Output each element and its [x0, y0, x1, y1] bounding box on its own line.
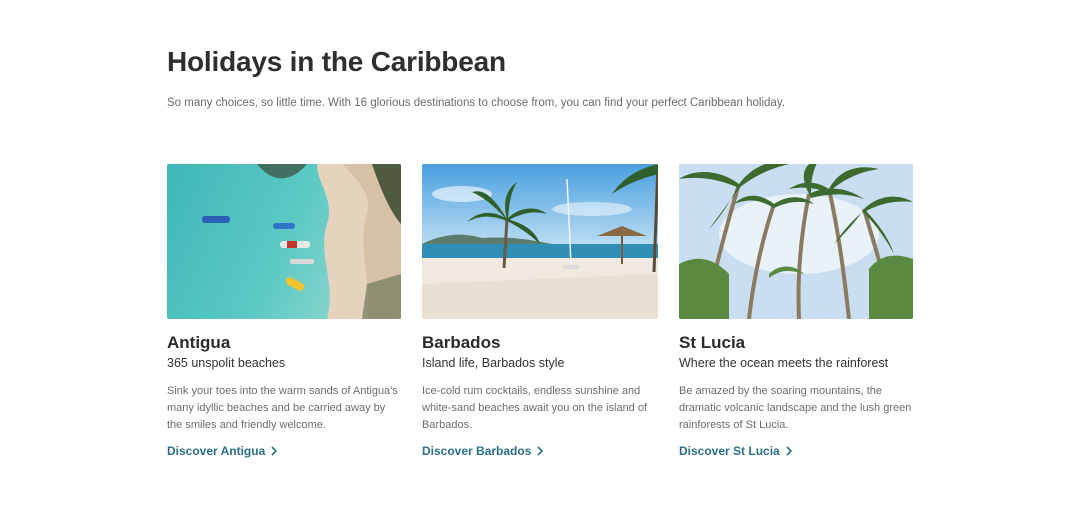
page-title: Holidays in the Caribbean	[167, 46, 506, 77]
destination-name: Antigua	[167, 333, 231, 352]
destination-description: Ice-cold rum cocktails, endless sunshine…	[422, 385, 648, 431]
destination-card-st-lucia: St Lucia Where the ocean meets the rainf…	[679, 164, 913, 460]
chevron-right-icon	[537, 446, 544, 456]
discover-barbados-link[interactable]: Discover Barbados	[422, 444, 544, 458]
discover-antigua-link[interactable]: Discover Antigua	[167, 444, 278, 458]
destination-tagline: Island life, Barbados style	[422, 356, 565, 370]
st-lucia-image[interactable]	[679, 164, 913, 319]
destination-tagline: 365 unspolit beaches	[167, 356, 286, 370]
destination-tagline: Where the ocean meets the rainforest	[679, 356, 889, 370]
chevron-right-icon	[786, 446, 792, 456]
link-label: Discover St Lucia	[679, 444, 780, 458]
destination-name: Barbados	[422, 333, 501, 352]
barbados-image[interactable]	[422, 164, 658, 319]
page-subtitle: So many choices, so little time. With 16…	[167, 97, 785, 109]
antigua-image[interactable]	[167, 164, 401, 319]
destination-card-antigua: Antigua 365 unspolit beaches Sink your t…	[167, 164, 401, 460]
chevron-right-icon	[271, 446, 278, 456]
destination-description: Sink your toes into the warm sands of An…	[167, 385, 398, 431]
destination-description: Be amazed by the soaring mountains, the …	[679, 385, 912, 431]
link-label: Discover Barbados	[422, 444, 532, 458]
link-label: Discover Antigua	[167, 444, 266, 458]
page: Holidays in the Caribbean So many choice…	[0, 0, 1080, 520]
discover-st-lucia-link[interactable]: Discover St Lucia	[679, 444, 792, 458]
destination-name: St Lucia	[679, 333, 746, 352]
destination-card-barbados: Barbados Island life, Barbados style Ice…	[422, 164, 658, 460]
